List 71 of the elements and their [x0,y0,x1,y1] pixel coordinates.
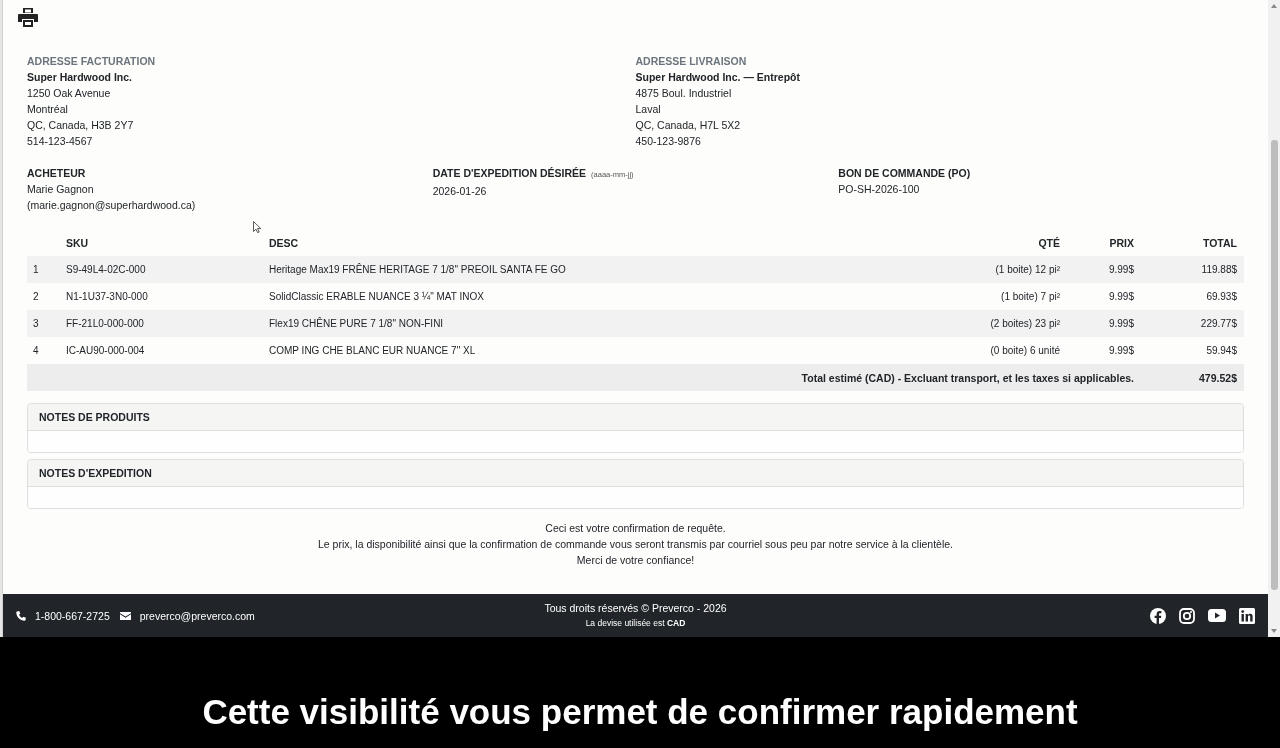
table-cell-text: Heritage Max19 FRÊNE HERITAGE 7 1/8" PREOIL SANTA FE GO [268,264,567,275]
detail-heading: ACHETEUR [27,166,86,181]
column-header: SKU [65,236,90,249]
company-name: Super Hardwood Inc. [27,70,133,85]
confirmation-text: Ceci est votre confirmation de requête. [544,521,727,536]
notes-heading: NOTES D'EXPEDITION [28,460,1243,487]
table-cell-text: N1-1U37-3N0-000 [65,291,149,302]
column-header: PRIX [1108,236,1135,249]
youtube-icon[interactable] [1208,609,1226,622]
notes-heading: NOTES DE PRODUITS [28,404,1243,431]
table-cell-text: (0 boite) 6 unité [989,345,1061,356]
section-heading: ADRESSE LIVRAISON [635,54,748,69]
scrollbar-thumb[interactable] [1270,140,1278,590]
table-cell-text: 9.99$ [1107,291,1135,302]
detail-heading: DATE D'EXPEDITION DÉSIRÉE [432,166,587,181]
section-heading: ADRESSE FACTURATION [27,54,157,69]
printer-icon[interactable] [18,8,38,27]
instagram-icon[interactable] [1179,607,1195,624]
table-cell-text: 9.99$ [1107,318,1135,329]
confirmation-text: Le prix, la disponibilité ainsi que la confirmation de commande vous seront transmis par courriel sous peu par notre service à la clientèle. [317,537,954,552]
table-cell-text: 9.99$ [1107,264,1135,275]
company-name: Super Hardwood Inc. — Entrepôt [635,70,801,85]
total-value: 479.52$ [1198,371,1238,384]
detail-heading: BON DE COMMANDE (PO) [838,166,971,181]
table-cell-text: 59.94$ [1205,345,1238,356]
facebook-icon[interactable] [1150,607,1166,624]
scroll-up-icon[interactable] [1271,4,1277,8]
table-cell-text: SolidClassic ERABLE NUANCE 3 ¼" MAT INOX [268,291,485,302]
table-cell-text: IC-AU90-000-004 [65,345,146,356]
total-label: Total estimé (CAD) - Excluant transport, et les taxes si applicables. [801,371,1134,384]
table-cell-text: FF-21L0-000-000 [65,318,145,329]
confirmation-text: Merci de votre confiance! [575,553,696,568]
column-header: TOTAL [1201,236,1238,249]
currency-note: La devise utilisée est CAD [584,617,687,630]
row-number: 3 [32,318,40,329]
address-line: 1250 Oak Avenue [27,86,112,101]
copyright-text: Tous droits réservés © Preverco - 2026 [544,601,727,616]
address-line: QC, Canada, H3B 2Y7 [27,118,135,133]
linkedin-icon[interactable] [1239,607,1255,624]
column-header: DESC [268,236,300,249]
phone-link[interactable]: 1-800-667-2725 [35,609,110,622]
detail-value: PO-SH-2026-100 [838,182,921,197]
address-line: 450-123-9876 [635,134,702,149]
table-cell-text: (2 boites) 23 pi² [989,318,1061,329]
table-cell-text: 119.88$ [1200,264,1238,275]
column-header: QTÉ [1037,236,1061,249]
detail-value: 2026-01-26 [432,184,488,199]
table-cell-text: 9.99$ [1107,345,1135,356]
mouse-pointer-icon [253,221,261,233]
scroll-down-icon[interactable] [1271,629,1277,633]
address-line: QC, Canada, H7L 5X2 [635,118,742,133]
detail-value: (marie.gagnon@superhardwood.ca) [27,198,197,213]
table-cell-text: (1 boite) 12 pi² [994,264,1061,275]
table-cell-text: S9-49L4-02C-000 [65,264,147,275]
address-line: 4875 Boul. Industriel [635,86,733,101]
envelope-icon [119,611,131,620]
table-cell-text: 69.93$ [1205,291,1238,302]
table-cell-text: 229.77$ [1199,318,1238,329]
address-line: 514-123-4567 [27,134,94,149]
phone-icon [16,610,26,621]
caption-text: Cette visibilité vous permet de confirmer rapidement [202,692,1078,732]
row-number: 2 [32,291,40,302]
table-cell-text: (1 boite) 7 pi² [1000,291,1061,302]
detail-value: Marie Gagnon [27,182,95,197]
row-number: 4 [32,345,40,356]
row-number: 1 [32,264,40,275]
address-line: Laval [635,102,662,117]
address-line: Montréal [27,102,69,117]
email-link[interactable]: preverco@preverco.com [139,609,255,622]
table-cell-text: COMP ING CHE BLANC EUR NUANCE 7" XL [268,345,477,356]
table-cell-text: Flex19 CHÊNE PURE 7 1/8" NON-FINI [268,318,445,329]
